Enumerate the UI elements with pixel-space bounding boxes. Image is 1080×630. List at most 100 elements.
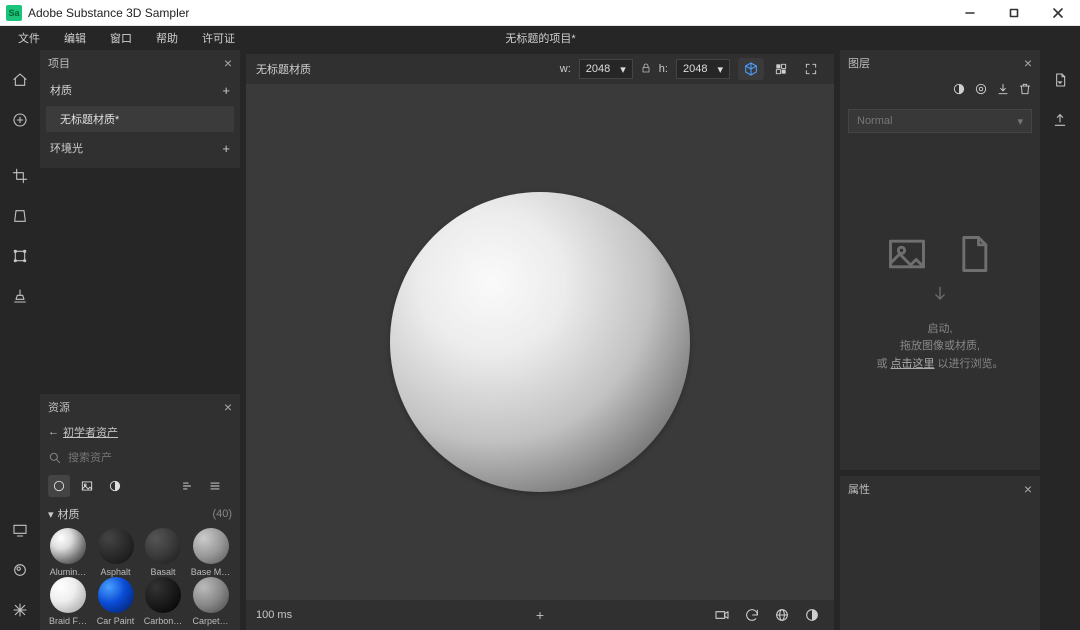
asset-thumb[interactable]: Base M… (189, 528, 233, 577)
assets-category-count: (40) (212, 508, 232, 520)
camera-icon[interactable] (710, 604, 734, 626)
viewport-3d[interactable] (246, 84, 834, 600)
materials-section[interactable]: 材质 + (40, 76, 240, 104)
fullscreen-icon[interactable] (798, 58, 824, 80)
menu-window[interactable]: 窗口 (98, 28, 144, 48)
properties-panel-title: 属性 (848, 481, 870, 497)
assets-panel-title: 资源 (48, 399, 70, 415)
app-icon: Sa (6, 5, 22, 21)
left-tool-rail (0, 50, 40, 630)
height-select[interactable]: 2048▾ (676, 59, 730, 79)
asset-thumb[interactable]: Car Paint (94, 577, 138, 626)
monitor-icon[interactable] (6, 516, 34, 544)
close-icon[interactable]: × (224, 55, 232, 71)
browse-link[interactable]: 点击这里 (891, 358, 935, 370)
left-panels: 项目 × 材质 + 无标题材质* 环境光 + 资源 × (40, 50, 240, 630)
image-icon (881, 232, 933, 276)
view-3d-icon[interactable] (738, 58, 764, 80)
envlight-section[interactable]: 环境光 + (40, 134, 240, 162)
add-envlight-icon[interactable]: + (222, 141, 230, 156)
asset-thumb[interactable]: Basalt (141, 528, 185, 577)
adjustment-icon[interactable] (974, 82, 988, 101)
assets-back-row[interactable]: ← 初学者资产 (40, 420, 240, 444)
material-item-untitled[interactable]: 无标题材质* (46, 106, 234, 132)
list-view-icon[interactable] (204, 475, 226, 497)
menubar: 文件 编辑 窗口 帮助 许可证 无标题的项目* (0, 26, 1080, 50)
chevron-down-icon: ▾ (1017, 115, 1023, 128)
drop-hint-text: 启动, 拖放图像或材质, 或 点击这里 以进行浏览。 (876, 321, 1003, 374)
viewport-header: 无标题材质 w: 2048▾ h: 2048▾ (246, 54, 834, 84)
home-icon[interactable] (6, 66, 34, 94)
lock-icon[interactable] (640, 62, 652, 77)
properties-panel-header: 属性 × (840, 476, 1040, 502)
close-icon[interactable]: × (1024, 55, 1032, 71)
blend-mode-select[interactable]: Normal ▾ (848, 109, 1032, 133)
sort-icon[interactable] (176, 475, 198, 497)
chevron-down-icon: ▾ (48, 508, 54, 521)
layers-drop-zone[interactable]: 启动, 拖放图像或材质, 或 点击这里 以进行浏览。 (840, 135, 1040, 470)
globe-icon[interactable] (770, 604, 794, 626)
bounding-box-icon[interactable] (6, 242, 34, 270)
menu-edit[interactable]: 编辑 (52, 28, 98, 48)
perspective-icon[interactable] (6, 202, 34, 230)
asset-thumb[interactable]: Braid F… (46, 577, 90, 626)
assets-filter-row (40, 472, 240, 500)
assets-back-link[interactable]: 初学者资产 (63, 424, 118, 440)
asset-thumb[interactable]: Carbon… (141, 577, 185, 626)
assets-grid: Alumin… Asphalt Basalt Base M… Braid F… … (40, 524, 240, 630)
add-plus-icon[interactable]: + (536, 607, 544, 623)
menu-license[interactable]: 许可证 (190, 28, 247, 48)
assets-category-header[interactable]: ▾ 材质 (40) (40, 500, 240, 524)
close-icon[interactable]: × (1024, 481, 1032, 497)
filter-image-icon[interactable] (76, 475, 98, 497)
refresh-icon[interactable] (740, 604, 764, 626)
width-value: 2048 (586, 63, 610, 75)
window-controls (948, 0, 1080, 26)
close-icon[interactable]: × (224, 399, 232, 415)
minimize-button[interactable] (948, 0, 992, 26)
filter-sphere-icon[interactable] (48, 475, 70, 497)
contrast-icon[interactable] (952, 82, 966, 101)
right-tool-rail (1040, 50, 1080, 630)
asset-thumb[interactable]: Carpet… (189, 577, 233, 626)
app-title: Adobe Substance 3D Sampler (28, 6, 948, 20)
view-2d-icon[interactable] (768, 58, 794, 80)
arrow-left-icon: ← (48, 426, 59, 438)
window-titlebar: Sa Adobe Substance 3D Sampler (0, 0, 1080, 26)
asset-thumb[interactable]: Asphalt (94, 528, 138, 577)
asset-label: Braid F… (46, 616, 90, 626)
menu-file[interactable]: 文件 (6, 28, 52, 48)
maximize-button[interactable] (992, 0, 1036, 26)
filter-contrast-icon[interactable] (104, 475, 126, 497)
layers-panel-header: 图层 × (840, 50, 1040, 76)
blend-mode-value: Normal (857, 115, 892, 127)
chevron-down-icon: ▾ (620, 63, 626, 76)
file-icon (947, 232, 999, 276)
layers-panel-title: 图层 (848, 55, 870, 71)
export-icon[interactable] (996, 82, 1010, 101)
close-button[interactable] (1036, 0, 1080, 26)
center-column: 无标题材质 w: 2048▾ h: 2048▾ 100 ms + (240, 50, 840, 630)
chevron-down-icon: ▾ (717, 63, 723, 76)
status-time: 100 ms (256, 609, 292, 621)
assets-panel: 资源 × ← 初学者资产 (40, 394, 240, 630)
add-material-icon[interactable]: + (222, 83, 230, 98)
width-label: w: (560, 63, 571, 75)
assets-search-input[interactable] (68, 452, 232, 464)
menu-help[interactable]: 帮助 (144, 28, 190, 48)
project-panel-header: 项目 × (40, 50, 240, 76)
exposure-icon[interactable] (800, 604, 824, 626)
send-to-icon[interactable] (1046, 66, 1074, 94)
snowflake-icon[interactable] (6, 596, 34, 624)
asset-thumb[interactable]: Alumin… (46, 528, 90, 577)
crop-icon[interactable] (6, 162, 34, 190)
cloud-icon[interactable] (6, 556, 34, 584)
project-panel-title: 项目 (48, 55, 70, 71)
share-export-icon[interactable] (1046, 106, 1074, 134)
layer-tools (840, 76, 1040, 107)
stamp-icon[interactable] (6, 282, 34, 310)
width-select[interactable]: 2048 ▾ (579, 59, 633, 79)
assets-panel-header: 资源 × (40, 394, 240, 420)
trash-icon[interactable] (1018, 82, 1032, 101)
add-circle-icon[interactable] (6, 106, 34, 134)
